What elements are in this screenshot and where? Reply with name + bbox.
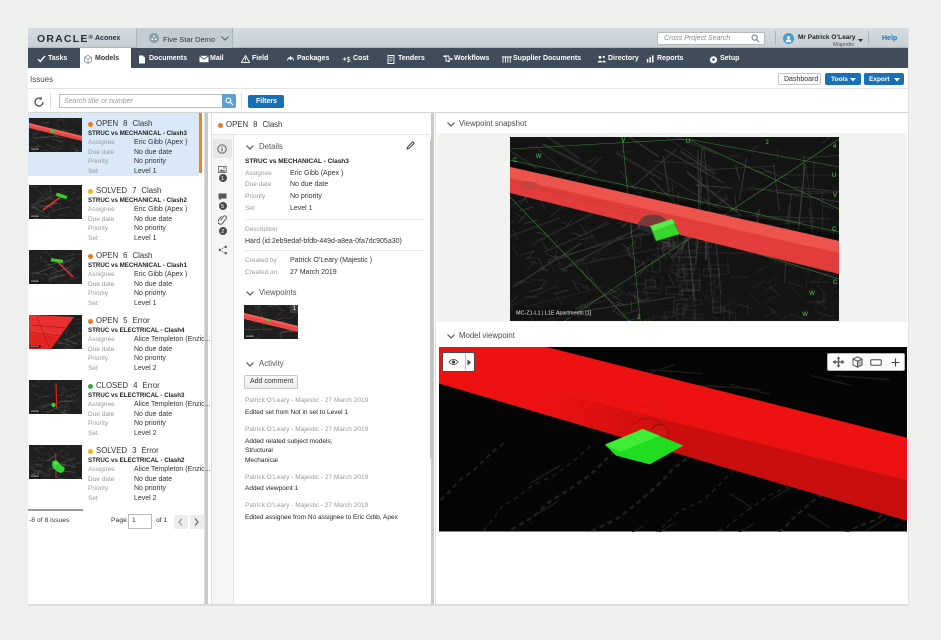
- svg-text:U: U: [832, 173, 836, 179]
- svg-text:C: C: [833, 280, 838, 286]
- svg-text:V: V: [621, 138, 625, 144]
- svg-text:W: W: [809, 291, 815, 297]
- svg-text:W: W: [536, 154, 542, 160]
- svg-text:V: V: [833, 193, 837, 199]
- svg-text:$: $: [347, 56, 351, 62]
- svg-text:C: C: [513, 158, 518, 164]
- svg-text:MC-Z1-L1 | L1E Apartments [1]: MC-Z1-L1 | L1E Apartments [1]: [516, 310, 592, 316]
- svg-text:U: U: [686, 139, 690, 145]
- svg-text:C: C: [832, 227, 837, 233]
- svg-text:W: W: [802, 312, 808, 318]
